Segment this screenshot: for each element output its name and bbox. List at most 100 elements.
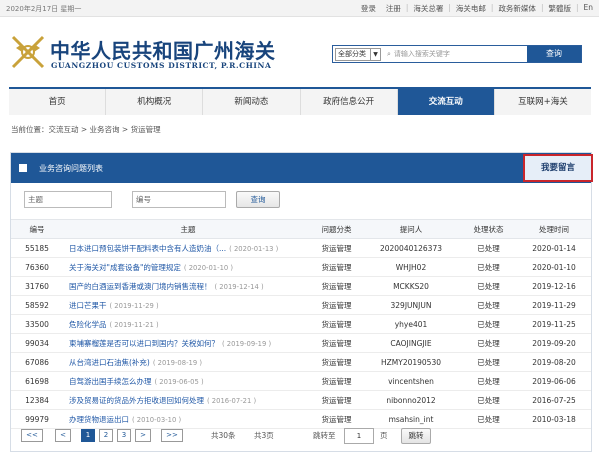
row-time: 2019-12-16 — [532, 282, 576, 291]
page-button-3[interactable]: 3 — [117, 429, 131, 442]
row-status: 已处理 — [477, 301, 500, 310]
register-link[interactable]: 注册 — [386, 3, 401, 14]
id-filter-input[interactable]: 编号 — [132, 191, 226, 208]
site-title-cn: 中华人民共和国广州海关 — [50, 39, 276, 63]
row-time: 2016-07-25 — [532, 396, 576, 405]
row-subject-link[interactable]: 从台湾进口石油焦(补充) — [69, 358, 150, 367]
row-time: 2019-11-25 — [532, 320, 576, 329]
nav-item-interaction[interactable]: 交流互动 — [397, 89, 495, 115]
row-submit-date: ( 2019-12-14 ) — [214, 283, 264, 291]
first-page-button[interactable]: << — [21, 429, 43, 442]
jump-button[interactable]: 跳转 — [401, 428, 431, 444]
leave-message-button[interactable]: 我要留言 — [523, 154, 593, 182]
row-submit-date: ( 2016-07-21 ) — [207, 397, 257, 405]
prev-page-button[interactable]: < — [55, 429, 71, 442]
search-category-select[interactable]: 全部分类 ▼ — [335, 48, 381, 61]
row-submit-date: ( 2019-11-29 ) — [109, 302, 159, 310]
row-status: 已处理 — [477, 339, 500, 348]
jump-label: 跳转至 — [313, 431, 336, 440]
site-title-en: GUANGZHOU CUSTOMS DISTRICT, P.R.CHINA — [51, 61, 272, 70]
table-row: 31760 国产的白酒运到香港或澳门境内销售流程！( 2019-12-14 ) 货运… — [11, 277, 591, 296]
table-row: 33500 危险化学品( 2019-11-21 ) 货运管理 yhye401 已处理 20… — [11, 315, 591, 334]
row-subject-cell: 危险化学品( 2019-11-21 ) — [69, 315, 313, 334]
row-category: 货运管理 — [321, 320, 352, 329]
row-status: 已处理 — [477, 282, 500, 291]
table-row: 61698 自驾游出国手续怎么办理( 2019-06-05 ) 货运管理 vincen… — [11, 372, 591, 391]
row-asker: MCKKS20 — [393, 282, 429, 291]
row-subject-link[interactable]: 办理货物退运出口 — [69, 415, 129, 424]
row-category: 货运管理 — [321, 415, 352, 424]
customs-emblem-icon — [11, 35, 45, 69]
filter-query-button[interactable]: 查询 — [236, 191, 280, 208]
row-subject-link[interactable]: 国产的白酒运到香港或澳门境内销售流程！ — [69, 282, 212, 291]
row-subject-cell: 从台湾进口石油焦(补充)( 2019-08-19 ) — [69, 353, 313, 372]
row-status: 已处理 — [477, 358, 500, 367]
row-asker: nibonno2012 — [386, 396, 436, 405]
search-input[interactable]: ⌕ 请输入搜索关键字 — [387, 48, 517, 61]
row-subject-cell: 国产的白酒运到香港或澳门境内销售流程！( 2019-12-14 ) — [69, 277, 313, 296]
row-subject-link[interactable]: 日本进口预包装饼干配料表中含有人造奶油（... — [69, 244, 226, 253]
row-id: 12384 — [25, 396, 49, 405]
row-status: 已处理 — [477, 396, 500, 405]
list-icon — [19, 164, 27, 172]
row-time: 2019-08-20 — [532, 358, 576, 367]
row-subject-cell: 日本进口预包装饼干配料表中含有人造奶油（...( 2020-01-13 ) — [69, 239, 313, 258]
table-header: 编号 主题 问题分类 提问人 处理状态 处理时间 — [11, 219, 591, 239]
row-asker: yhye401 — [394, 320, 428, 329]
customs-email-link[interactable]: 海关电邮 — [456, 3, 486, 14]
row-subject-link[interactable]: 自驾游出国手续怎么办理 — [69, 377, 152, 386]
last-page-button[interactable]: >> — [161, 429, 183, 442]
row-id: 58592 — [25, 301, 49, 310]
next-page-button[interactable]: > — [135, 429, 151, 442]
page-button-1[interactable]: 1 — [81, 429, 95, 442]
nav-item-gov-info[interactable]: 政府信息公开 — [301, 89, 398, 115]
page-button-2[interactable]: 2 — [99, 429, 113, 442]
row-asker: 329JUNJUN — [390, 301, 432, 310]
subject-filter-input[interactable]: 主题 — [24, 191, 112, 208]
table-row: 12384 涉及贸易证的货品外方拒收退回如何处理( 2016-07-21 ) 货运管… — [11, 391, 591, 410]
table-row: 58592 进口芒果干( 2019-11-29 ) 货运管理 329JUNJUN 已处理… — [11, 296, 591, 315]
row-submit-date: ( 2020-01-13 ) — [229, 245, 279, 253]
breadcrumb: 当前位置：交流互动 > 业务咨询 > 货运管理 — [11, 125, 161, 134]
row-asker: CAOJINGJIE — [390, 339, 432, 348]
row-subject-link[interactable]: 进口芒果干 — [69, 301, 107, 310]
row-submit-date: ( 2010-03-10 ) — [132, 416, 182, 424]
site-header: 中华人民共和国广州海关 GUANGZHOU CUSTOMS DISTRICT, … — [0, 18, 599, 86]
row-id: 61698 — [25, 377, 49, 386]
panel-header: 业务咨询问题列表 我要留言 — [11, 153, 593, 183]
traditional-chinese-link[interactable]: 繁體版 — [548, 3, 571, 14]
nav-item-internet-plus[interactable]: 互联网+海关 — [495, 89, 591, 115]
row-submit-date: ( 2019-09-19 ) — [222, 340, 272, 348]
row-subject-link[interactable]: 涉及贸易证的货品外方拒收退回如何处理 — [69, 396, 204, 405]
english-link[interactable]: En — [584, 3, 594, 14]
nav-item-about[interactable]: 机构概况 — [106, 89, 204, 115]
row-subject-link[interactable]: 关于海关对"成套设备"的管理规定 — [69, 263, 181, 272]
row-status: 已处理 — [477, 377, 500, 386]
jump-page-input[interactable]: 1 — [344, 428, 374, 444]
row-subject-cell: 涉及贸易证的货品外方拒收退回如何处理( 2016-07-21 ) — [69, 391, 313, 410]
nav-item-home[interactable]: 首页 — [9, 89, 107, 115]
login-link[interactable]: 登录 — [361, 3, 376, 14]
col-header-asker: 提问人 — [399, 225, 423, 234]
gac-link[interactable]: 海关总署 — [413, 3, 443, 14]
table-row: 67086 从台湾进口石油焦(补充)( 2019-08-19 ) 货运管理 HZMY2… — [11, 353, 591, 372]
main-nav: 首页 机构概况 新闻动态 政府信息公开 交流互动 互联网+海关 — [9, 87, 591, 115]
row-asker: WHJH02 — [395, 263, 427, 272]
row-submit-date: ( 2019-06-05 ) — [154, 378, 204, 386]
search-placeholder: 请输入搜索关键字 — [393, 50, 450, 58]
date-text: 2020年2月17日 星期一 — [6, 5, 82, 13]
search-button[interactable]: 查询 — [527, 46, 581, 62]
row-category: 货运管理 — [321, 282, 352, 291]
panel-title: 业务咨询问题列表 — [39, 164, 103, 173]
new-media-link[interactable]: 政务新媒体 — [498, 3, 536, 14]
row-category: 货运管理 — [321, 244, 352, 253]
row-status: 已处理 — [477, 320, 500, 329]
row-subject-link[interactable]: 危险化学品 — [69, 320, 107, 329]
row-subject-link[interactable]: 柬埔寨榴莲是否可以进口到国内？关税如何？ — [69, 339, 219, 348]
row-asker: 2020040126373 — [379, 244, 443, 253]
row-time: 2019-09-20 — [532, 339, 576, 348]
consult-list-panel: 业务咨询问题列表 我要留言 主题 编号 查询 编号 主题 问题分类 提问人 处理… — [10, 152, 593, 452]
col-header-id: 编号 — [29, 225, 45, 234]
nav-item-news[interactable]: 新闻动态 — [203, 89, 301, 115]
search-icon: ⌕ — [387, 50, 391, 58]
